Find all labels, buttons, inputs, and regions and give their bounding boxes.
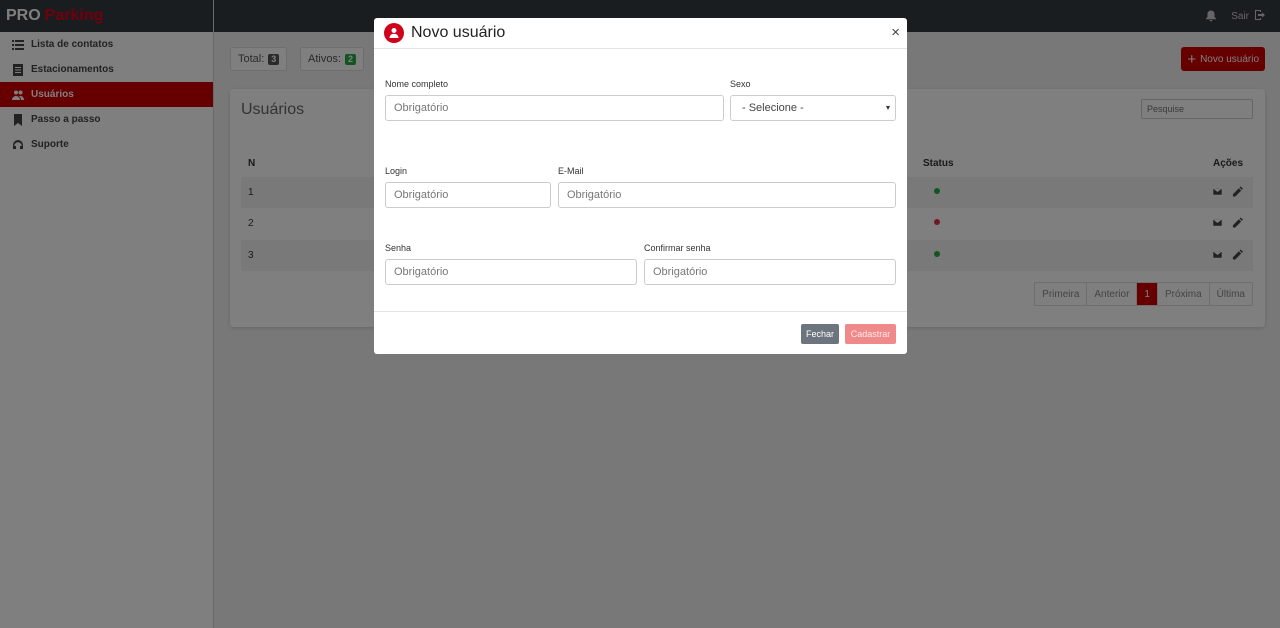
email-label: E-Mail — [558, 166, 584, 176]
full-name-input[interactable] — [385, 95, 724, 121]
confirm-password-input[interactable] — [644, 259, 896, 285]
chevron-down-icon — [886, 106, 890, 110]
confirm-password-label: Confirmar senha — [644, 243, 711, 253]
sex-label: Sexo — [730, 79, 751, 89]
sex-select-value: - Selecione - — [742, 102, 804, 114]
modal-title: Novo usuário — [411, 24, 506, 41]
modal-header: Novo usuário × — [374, 18, 907, 49]
email-input[interactable] — [558, 182, 896, 208]
login-input[interactable] — [385, 182, 551, 208]
sex-select[interactable]: - Selecione - — [730, 95, 896, 121]
login-label: Login — [385, 166, 408, 176]
password-input[interactable] — [385, 259, 637, 285]
full-name-label: Nome completo — [385, 79, 449, 89]
close-button[interactable]: Fechar — [801, 324, 839, 344]
modal-footer: Fechar Cadastrar — [374, 311, 907, 354]
submit-button[interactable]: Cadastrar — [845, 324, 896, 344]
password-label: Senha — [385, 243, 412, 253]
user-icon — [384, 23, 404, 43]
close-icon[interactable]: × — [891, 25, 900, 40]
new-user-modal: Novo usuário × Nome completo Sexo - Sele… — [374, 18, 907, 354]
